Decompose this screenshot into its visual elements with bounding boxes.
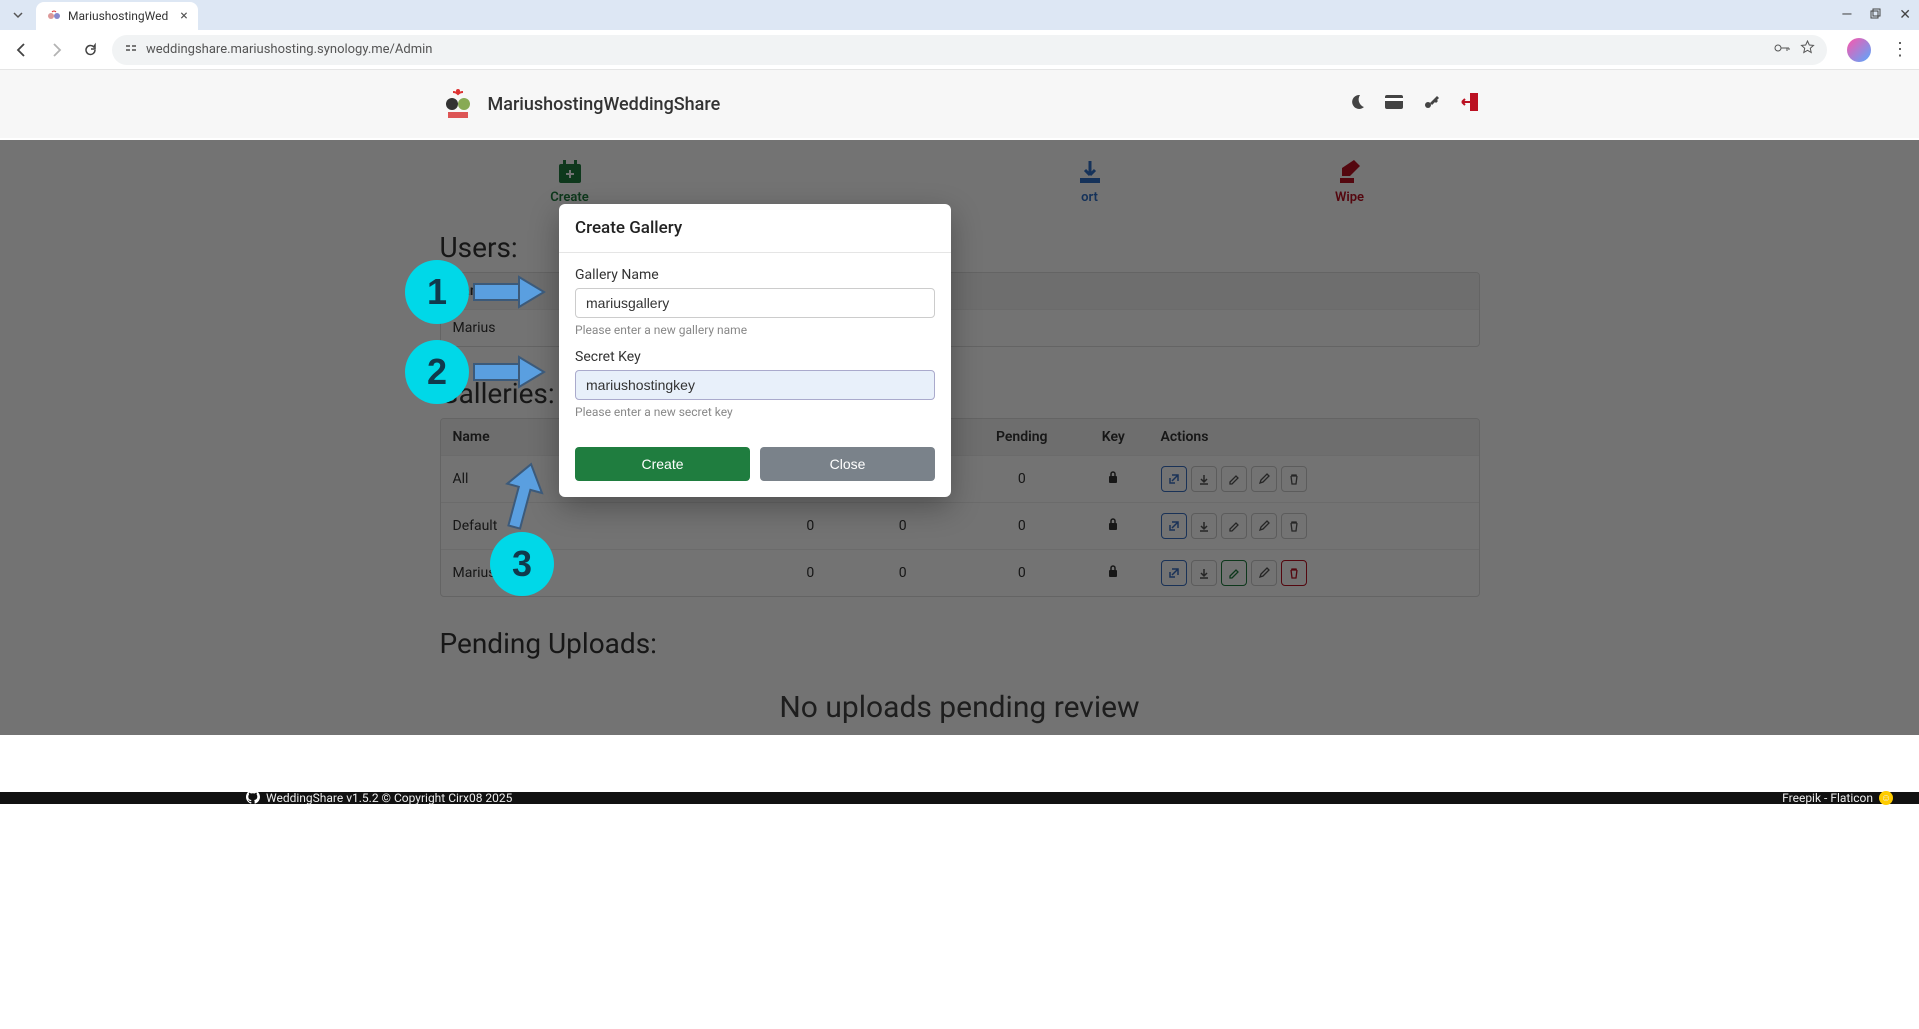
window-controls: — ✕ — [1841, 7, 1911, 23]
page: MariushostingWeddingShare Create ort — [0, 70, 1919, 735]
url-text: weddingshare.mariushosting.synology.me/A… — [146, 42, 432, 57]
favicon-icon — [46, 8, 62, 24]
smiley-icon: ☺ — [1879, 791, 1893, 805]
profile-avatar-icon[interactable] — [1847, 38, 1871, 62]
forward-icon[interactable] — [44, 38, 68, 62]
url-bar[interactable]: weddingshare.mariushosting.synology.me/A… — [112, 35, 1827, 65]
gallery-name-label: Gallery Name — [575, 267, 935, 283]
gallery-name-help: Please enter a new gallery name — [575, 323, 935, 337]
footer-attribution[interactable]: Freepik - Flaticon — [1782, 791, 1873, 805]
page-footer: WeddingShare v1.5.2 © Copyright Cirx08 2… — [0, 792, 1919, 804]
maximize-icon[interactable] — [1870, 7, 1881, 23]
secret-key-label: Secret Key — [575, 349, 935, 365]
modal-title: Create Gallery — [559, 204, 951, 253]
reload-icon[interactable] — [78, 38, 102, 62]
bookmark-star-icon[interactable] — [1800, 40, 1815, 59]
app-header: MariushostingWeddingShare — [0, 70, 1919, 138]
logout-icon[interactable] — [1458, 91, 1480, 117]
card-icon[interactable] — [1384, 94, 1404, 114]
close-tab-icon[interactable]: × — [180, 8, 187, 24]
minimize-icon[interactable]: — — [1841, 7, 1852, 23]
secret-key-help: Please enter a new secret key — [575, 405, 935, 419]
footer-text: WeddingShare v1.5.2 © Copyright Cirx08 2… — [266, 791, 512, 805]
site-settings-icon[interactable] — [124, 41, 138, 58]
close-window-icon[interactable]: ✕ — [1899, 7, 1911, 23]
tab-title: MariushostingWed — [68, 9, 168, 23]
browser-menu-icon[interactable]: ⋮ — [1891, 39, 1909, 60]
browser-tab[interactable]: MariushostingWed × — [36, 2, 198, 30]
secret-key-input[interactable] — [575, 370, 935, 400]
gallery-name-input[interactable] — [575, 288, 935, 318]
brand-name: MariushostingWeddingShare — [488, 94, 721, 115]
modal-overlay[interactable] — [0, 140, 1919, 735]
brand-logo-icon — [440, 86, 476, 122]
dark-mode-icon[interactable] — [1348, 93, 1366, 115]
back-icon[interactable] — [10, 38, 34, 62]
brand[interactable]: MariushostingWeddingShare — [440, 86, 721, 122]
create-gallery-modal: Create Gallery Gallery Name Please enter… — [559, 204, 951, 497]
password-key-icon[interactable] — [1774, 41, 1790, 59]
github-icon[interactable] — [246, 790, 260, 807]
key-icon[interactable] — [1422, 93, 1440, 115]
browser-tab-strip: MariushostingWed × — ✕ — [0, 0, 1919, 30]
modal-close-button[interactable]: Close — [760, 447, 935, 481]
tab-list-dropdown-icon[interactable] — [8, 5, 28, 25]
modal-create-button[interactable]: Create — [575, 447, 750, 481]
browser-nav-bar: weddingshare.mariushosting.synology.me/A… — [0, 30, 1919, 70]
